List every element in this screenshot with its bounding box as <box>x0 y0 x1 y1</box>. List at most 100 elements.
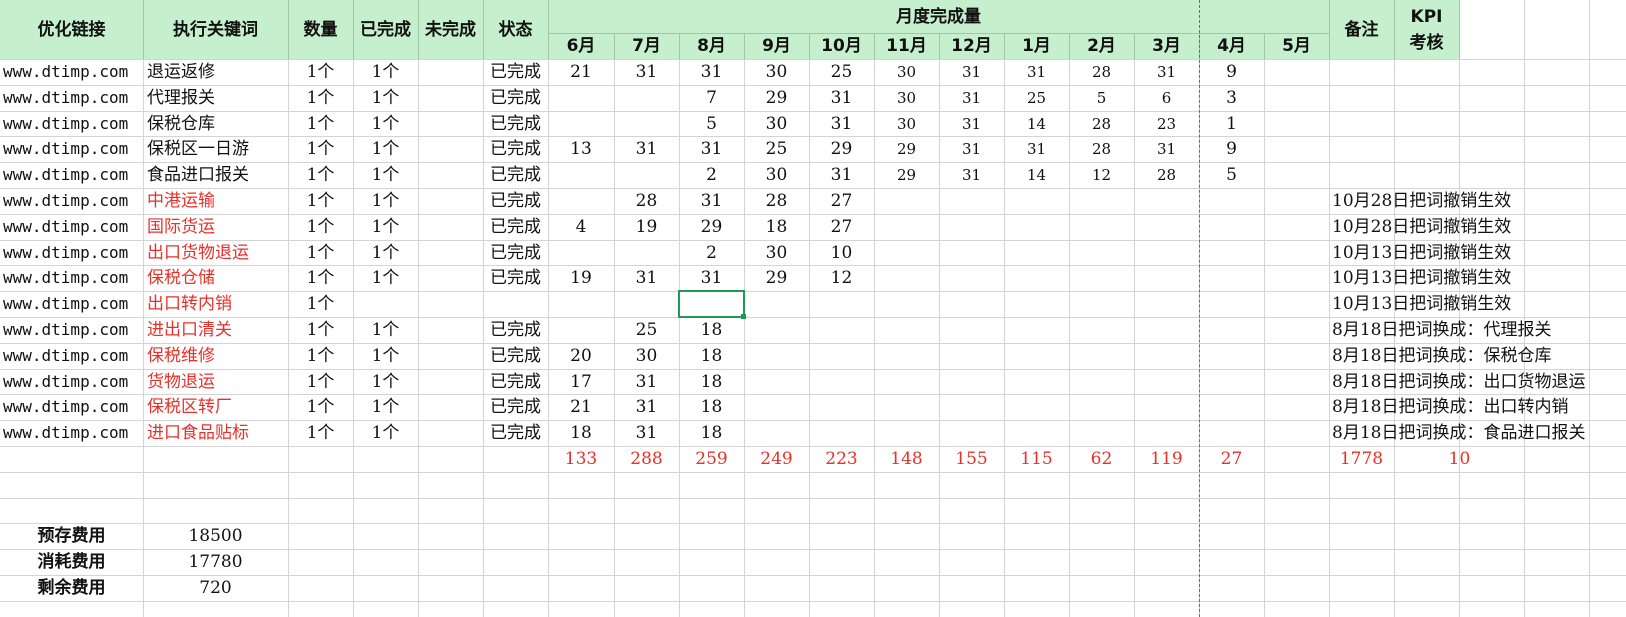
month-cell[interactable]: 30 <box>874 85 939 111</box>
status-cell[interactable]: 已完成 <box>483 420 548 446</box>
keyword-cell[interactable]: 保税仓库 <box>147 111 292 137</box>
month-cell[interactable] <box>1199 265 1264 291</box>
month-cell[interactable] <box>1004 420 1069 446</box>
month-cell[interactable]: 13 <box>548 136 614 162</box>
status-cell[interactable]: 已完成 <box>483 265 548 291</box>
month-cell[interactable] <box>1264 291 1329 317</box>
month-cell[interactable]: 31 <box>939 162 1004 188</box>
link-cell[interactable]: www.dtimp.com <box>3 188 143 214</box>
month-cell[interactable] <box>874 420 939 446</box>
month-cell[interactable]: 1 <box>1199 111 1264 137</box>
qty-cell[interactable]: 1个 <box>288 188 353 214</box>
month-total[interactable]: 249 <box>744 446 809 472</box>
month-cell[interactable] <box>1069 369 1134 395</box>
month-cell[interactable]: 12 <box>809 265 874 291</box>
keyword-cell[interactable]: 退运返修 <box>147 59 292 85</box>
month-cell[interactable] <box>614 291 679 317</box>
status-cell[interactable]: 已完成 <box>483 136 548 162</box>
link-cell[interactable]: www.dtimp.com <box>3 420 143 446</box>
remark-cell[interactable]: 8月18日把词换成：出口转内销 <box>1332 394 1626 420</box>
done-cell[interactable]: 1个 <box>353 59 418 85</box>
month-cell[interactable]: 31 <box>1134 59 1199 85</box>
month-cell[interactable] <box>939 265 1004 291</box>
qty-cell[interactable]: 1个 <box>288 162 353 188</box>
qty-cell[interactable]: 1个 <box>288 240 353 266</box>
month-cell[interactable] <box>939 214 1004 240</box>
month-cell[interactable] <box>939 317 1004 343</box>
month-cell[interactable] <box>744 291 809 317</box>
month-cell[interactable]: 28 <box>744 188 809 214</box>
done-cell[interactable]: 1个 <box>353 111 418 137</box>
month-cell[interactable] <box>874 394 939 420</box>
month-total[interactable]: 223 <box>809 446 874 472</box>
month-cell[interactable] <box>1134 394 1199 420</box>
month-cell[interactable] <box>744 343 809 369</box>
month-cell[interactable] <box>1134 420 1199 446</box>
month-cell[interactable] <box>1199 291 1264 317</box>
done-cell[interactable]: 1个 <box>353 214 418 240</box>
month-cell[interactable]: 31 <box>679 59 744 85</box>
keyword-cell[interactable]: 进出口清关 <box>147 317 292 343</box>
month-cell[interactable]: 5 <box>1069 85 1134 111</box>
month-cell[interactable]: 9 <box>1199 59 1264 85</box>
month-cell[interactable] <box>744 394 809 420</box>
month-cell[interactable]: 21 <box>548 59 614 85</box>
cost-value[interactable]: 720 <box>143 575 288 601</box>
month-cell[interactable] <box>1199 214 1264 240</box>
month-cell[interactable] <box>1134 343 1199 369</box>
month-cell[interactable]: 31 <box>939 85 1004 111</box>
month-cell[interactable]: 18 <box>679 369 744 395</box>
keyword-cell[interactable]: 中港运输 <box>147 188 292 214</box>
month-cell[interactable]: 3 <box>1199 85 1264 111</box>
link-cell[interactable]: www.dtimp.com <box>3 240 143 266</box>
month-cell[interactable] <box>874 240 939 266</box>
month-cell[interactable] <box>1069 265 1134 291</box>
month-cell[interactable] <box>1264 240 1329 266</box>
selected-cell[interactable] <box>678 290 745 318</box>
month-cell[interactable]: 14 <box>1004 111 1069 137</box>
month-cell[interactable] <box>1069 214 1134 240</box>
month-cell[interactable]: 31 <box>809 85 874 111</box>
month-cell[interactable]: 31 <box>614 59 679 85</box>
qty-cell[interactable]: 1个 <box>288 291 353 317</box>
done-cell[interactable]: 1个 <box>353 343 418 369</box>
month-cell[interactable] <box>874 317 939 343</box>
month-cell[interactable] <box>614 162 679 188</box>
link-cell[interactable]: www.dtimp.com <box>3 85 143 111</box>
month-cell[interactable]: 19 <box>548 265 614 291</box>
keyword-cell[interactable]: 保税仓储 <box>147 265 292 291</box>
month-cell[interactable]: 2 <box>679 240 744 266</box>
month-cell[interactable] <box>1199 188 1264 214</box>
month-cell[interactable] <box>809 369 874 395</box>
month-cell[interactable]: 31 <box>809 111 874 137</box>
qty-cell[interactable]: 1个 <box>288 394 353 420</box>
month-cell[interactable] <box>874 188 939 214</box>
month-cell[interactable]: 28 <box>1069 136 1134 162</box>
month-cell[interactable]: 31 <box>614 136 679 162</box>
status-cell[interactable]: 已完成 <box>483 317 548 343</box>
month-cell[interactable] <box>1199 369 1264 395</box>
month-cell[interactable] <box>1199 420 1264 446</box>
status-cell[interactable]: 已完成 <box>483 394 548 420</box>
month-cell[interactable] <box>1004 394 1069 420</box>
month-total[interactable]: 62 <box>1069 446 1134 472</box>
remark-cell[interactable] <box>1332 85 1626 111</box>
month-cell[interactable] <box>548 240 614 266</box>
done-cell[interactable]: 1个 <box>353 369 418 395</box>
month-cell[interactable]: 29 <box>744 85 809 111</box>
status-cell[interactable]: 已完成 <box>483 343 548 369</box>
qty-cell[interactable]: 1个 <box>288 85 353 111</box>
month-cell[interactable] <box>1264 394 1329 420</box>
remark-cell[interactable]: 8月18日把词换成：食品进口报关 <box>1332 420 1626 446</box>
month-total[interactable]: 259 <box>679 446 744 472</box>
month-cell[interactable] <box>1264 59 1329 85</box>
month-cell[interactable] <box>548 111 614 137</box>
month-cell[interactable] <box>1069 291 1134 317</box>
remark-cell[interactable]: 10月28日把词撤销生效 <box>1332 214 1626 240</box>
month-cell[interactable]: 14 <box>1004 162 1069 188</box>
month-cell[interactable]: 31 <box>1004 136 1069 162</box>
month-cell[interactable] <box>1264 317 1329 343</box>
link-cell[interactable]: www.dtimp.com <box>3 369 143 395</box>
month-cell[interactable] <box>939 343 1004 369</box>
month-cell[interactable] <box>1264 136 1329 162</box>
